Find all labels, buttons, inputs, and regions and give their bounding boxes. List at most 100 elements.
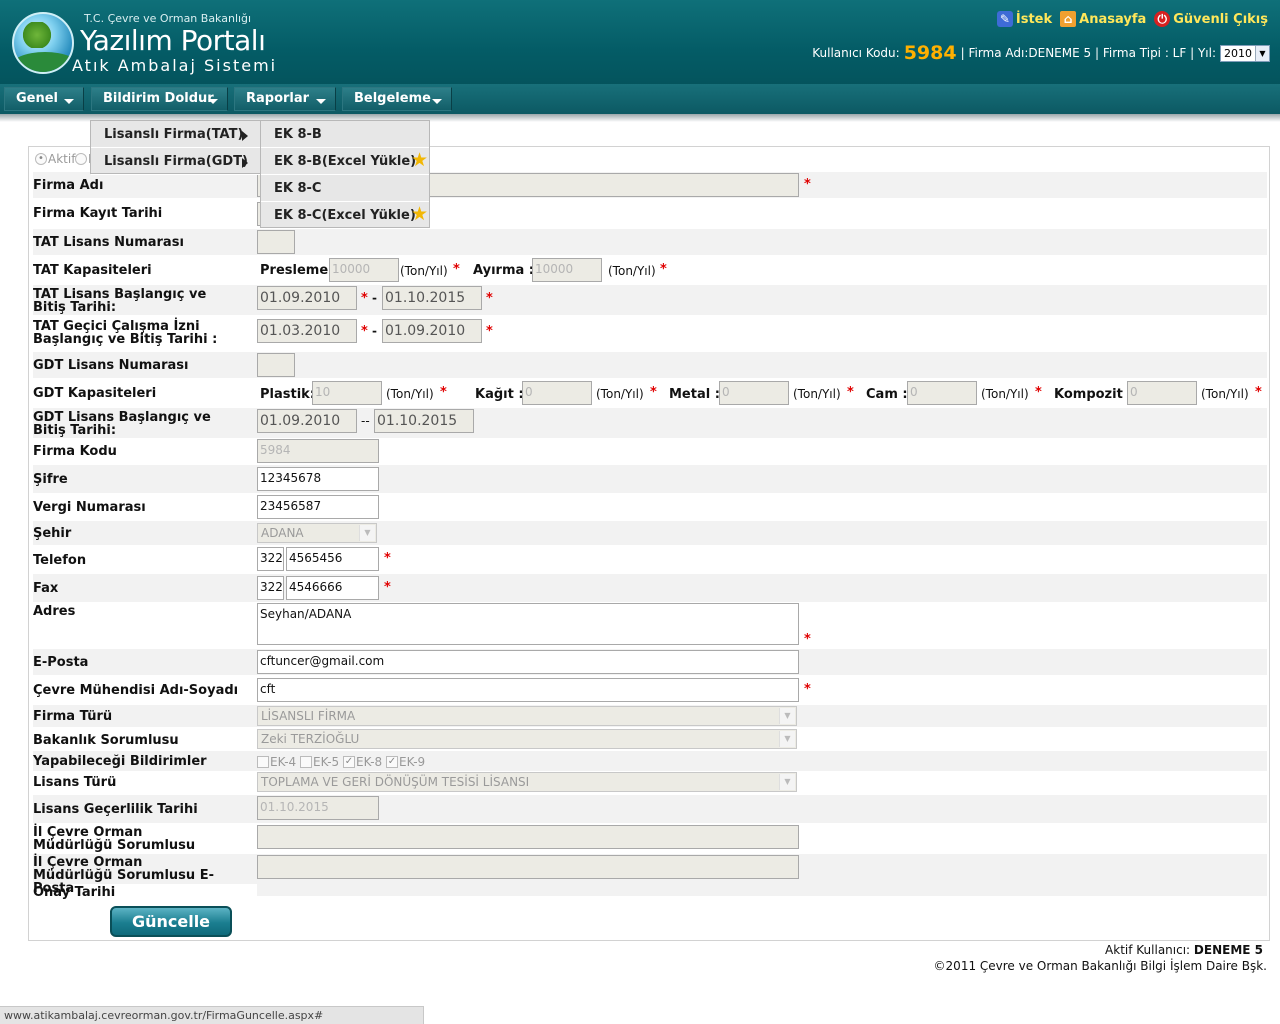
bildirim-submenu: Lisanslı Firma(TAT) Lisanslı Firma(GDT) [90,120,261,175]
header: T.C. Çevre ve Orman Bakanlığı Yazılım Po… [0,0,1280,84]
bakanlik-select[interactable]: Zeki TERZİOĞLU ▼ [257,729,797,749]
firma-turu-label: Firma Türü [33,709,113,724]
gecici-end-field[interactable]: 01.09.2010 [382,319,482,343]
menu-lisansli-gdt[interactable]: Lisanslı Firma(GDT) [91,148,260,175]
ek5-checkbox[interactable]: EK-5 [300,755,339,769]
firma-adi-label: Firma Adı [33,178,104,193]
onay-tarihi-value [257,884,1267,896]
required-mark: * [384,551,391,566]
ek9-checkbox[interactable]: ✓ EK-9 [386,755,425,769]
yapabilecegi-row: Yapabileceği Bildirimler EK-4 EK-5 ✓ EK-8… [33,751,1267,771]
required-mark: * [361,324,368,339]
portal-title: Yazılım Portalı [80,24,266,57]
guncelle-button[interactable]: Güncelle [110,906,232,937]
tat-gecici-label: TAT Geçici Çalışma İzni Başlangıç ve Bit… [33,319,218,347]
gdt-start-field[interactable]: 01.09.2010 [257,409,357,433]
anasayfa-link[interactable]: ⌂ Anasayfa [1060,11,1146,27]
menu-ek8c-excel[interactable]: EK 8-C(Excel Yükle) ★ [261,202,429,229]
firma-turu-select[interactable]: LİSANSLI FİRMA ▼ [257,706,797,726]
gecici-start-field[interactable]: 01.03.2010 [257,319,357,343]
lisans-turu-row: Lisans Türü TOPLAMA VE GERİ DÖNÜŞÜM TESİ… [33,772,1267,794]
ministry-logo-icon [12,12,74,74]
caret-down-icon [316,99,326,104]
kagit-field[interactable]: 0 [522,381,592,405]
vergi-field[interactable]: 23456587 [257,495,379,519]
menu-ek8b-excel[interactable]: EK 8-B(Excel Yükle) ★ [261,148,429,175]
lisans-gecerlilik-field[interactable]: 01.10.2015 [257,796,379,820]
tat-end-field[interactable]: 01.10.2015 [382,286,482,310]
ayirma-field[interactable]: 10000 [532,258,602,282]
gdt-lisans-no-field[interactable] [257,353,295,377]
nav-raporlar[interactable]: Raporlar [234,87,336,111]
chevron-down-icon: ▼ [359,525,375,541]
range-dash: -- [361,414,370,428]
year-select[interactable]: 2010 ▼ [1220,44,1270,62]
firma-kayit-label: Firma Kayıt Tarihi [33,206,163,221]
chevron-down-icon: ▼ [1255,45,1269,61]
telefon-number-field[interactable]: 4565456 [286,547,379,571]
required-mark: * [361,291,368,306]
il-cevre-sor-field[interactable] [257,825,799,849]
yapabilecegi-label: Yapabileceği Bildirimler [33,754,207,769]
sehir-select[interactable]: ADANA ▼ [257,523,377,543]
unit-label: (Ton/Yıl) [386,387,434,401]
gdt-end-field[interactable]: 01.10.2015 [374,409,474,433]
metal-field[interactable]: 0 [719,381,789,405]
nav-bildirim-doldur[interactable]: Bildirim Doldur [91,87,228,111]
menu-ek8b[interactable]: EK 8-B [261,121,429,148]
presleme-field[interactable]: 10000 [329,258,399,282]
copyright: ©2011 Çevre ve Orman Bakanlığı Bilgi İşl… [933,959,1267,973]
adres-row: Adres Seyhan/ADANA * [33,602,1267,648]
tat-lisans-no-field[interactable] [257,230,295,254]
adres-textarea[interactable]: Seyhan/ADANA [257,603,799,645]
telefon-label: Telefon [33,553,87,568]
ek4-checkbox[interactable]: EK-4 [257,755,296,769]
lisans-turu-select[interactable]: TOPLAMA VE GERİ DÖNÜŞÜM TESİSİ LİSANSI ▼ [257,772,797,792]
firma-kodu-row: Firma Kodu 5984 [33,438,1267,464]
caret-down-icon [208,99,218,104]
menu-lisansli-tat[interactable]: Lisanslı Firma(TAT) [91,121,260,148]
ayirma-label: Ayırma : [473,263,534,278]
logout-link[interactable]: ⏻ Güvenli Çıkış [1154,11,1268,27]
firm-info: | Firma Adı:DENEME 5 | Firma Tipi : LF |… [960,46,1216,60]
checkbox-icon [257,756,269,768]
kagit-label: Kağıt : [475,387,524,402]
caret-down-icon [432,99,442,104]
required-mark: * [804,632,811,647]
telefon-code-field[interactable]: 322 [257,547,284,571]
onay-tarihi-row: Onay Tarihi [33,884,1267,902]
tat-gecici-row: TAT Geçici Çalışma İzni Başlangıç ve Bit… [33,316,1267,350]
plastik-field[interactable]: 10 [312,381,382,405]
istek-link[interactable]: ✎ İstek [996,11,1052,27]
ek8-checkbox[interactable]: ✓ EK-8 [343,755,382,769]
il-cevre-sor-label: İl Çevre Orman Müdürlüğü Sorumlusu [33,825,196,853]
sifre-field[interactable]: 12345678 [257,467,379,491]
tat-kapasite-row: TAT Kapasiteleri Presleme: 10000 (Ton/Yı… [33,256,1267,284]
cevre-muh-field[interactable]: cft [257,678,799,702]
required-mark: * [1035,385,1042,400]
kompozit-field[interactable]: 0 [1127,381,1197,405]
fax-number-field[interactable]: 4546666 [286,576,379,600]
eposta-row: E-Posta cftuncer@gmail.com [33,649,1267,675]
chevron-right-icon [242,131,248,141]
menu-ek8c[interactable]: EK 8-C [261,175,429,202]
tat-kapasite-label: TAT Kapasiteleri [33,263,152,278]
eposta-field[interactable]: cftuncer@gmail.com [257,650,799,674]
firma-kodu-label: Firma Kodu [33,444,117,459]
fax-code-field[interactable]: 322 [257,576,284,600]
nav-belgeleme[interactable]: Belgeleme [342,87,452,111]
cam-field[interactable]: 0 [907,381,977,405]
required-mark: * [486,324,493,339]
il-cevre-eposta-field[interactable] [257,855,799,879]
tat-start-field[interactable]: 01.09.2010 [257,286,357,310]
kompozit-label: Kompozit : [1054,387,1133,402]
presleme-label: Presleme: [260,263,334,278]
required-mark: * [804,177,811,192]
vergi-row: Vergi Numarası 23456587 [33,494,1267,520]
gdt-baslangic-label: GDT Lisans Başlangıç ve Bitiş Tarihi: [33,410,211,438]
nav-genel[interactable]: Genel [4,87,84,111]
firma-kodu-field[interactable]: 5984 [257,439,379,463]
gdt-kapasite-label: GDT Kapasiteleri [33,386,157,401]
aktif-radio[interactable]: • Aktif [35,152,75,166]
portal-subtitle: Atık Ambalaj Sistemi [72,56,278,75]
